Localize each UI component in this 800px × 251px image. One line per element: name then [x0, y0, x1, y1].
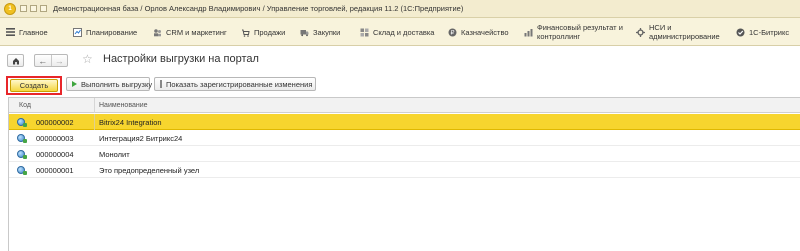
section-label: Продажи	[254, 27, 286, 37]
section-treasury[interactable]: ₽ Казначейство	[448, 18, 509, 46]
section-finance[interactable]: Финансовый результат и контроллинг	[524, 18, 623, 46]
treasury-icon: ₽	[448, 28, 457, 37]
node-cell-icon	[17, 114, 27, 130]
play-icon	[72, 81, 77, 87]
exchange-node-icon	[17, 166, 27, 175]
node-cell-icon	[17, 130, 27, 146]
crm-icon	[153, 28, 162, 37]
node-cell-icon	[17, 162, 27, 178]
sales-icon	[241, 28, 250, 37]
section-purchases[interactable]: Закупки	[300, 18, 340, 46]
page-title: Настройки выгрузки на портал	[103, 53, 259, 65]
title-toolbar	[20, 5, 47, 12]
row-name: Это предопределенный узел	[99, 165, 200, 175]
row-code: 000000004	[36, 149, 74, 159]
nodes-table: Код Наименование 000000002 Bitrix24 Inte…	[8, 97, 800, 251]
section-crm[interactable]: CRM и маркетинг	[153, 18, 227, 46]
create-button[interactable]: Создать	[10, 79, 58, 92]
exchange-node-icon	[17, 150, 27, 159]
planning-icon	[73, 27, 82, 37]
section-label-line: контроллинг	[537, 32, 581, 41]
section-label: Склад и доставка	[373, 27, 435, 37]
1c-logo-icon: 1	[4, 2, 16, 15]
section-sales[interactable]: Продажи	[241, 18, 285, 46]
title-tool-icon[interactable]	[30, 5, 37, 12]
nsi-icon	[636, 27, 645, 37]
sections-panel: Главное Планирование CRM и маркетинг Про…	[0, 18, 800, 46]
row-name: Монолит	[99, 149, 130, 159]
window-title: Демонстрационная база / Орлов Александр …	[53, 4, 464, 13]
section-label-line: Финансовый результат и	[537, 23, 623, 32]
section-label: НСИ и администрирование	[649, 23, 720, 41]
favorite-star-icon[interactable]: ☆	[82, 52, 93, 66]
table-row[interactable]: 000000002 Bitrix24 Integration	[9, 114, 800, 130]
window-title-bar: 1 Демонстрационная база / Орлов Александ…	[0, 0, 800, 18]
section-label: Казначейство	[461, 27, 509, 37]
home-icon	[12, 57, 19, 64]
column-header-code[interactable]: Код	[19, 98, 31, 113]
history-nav: ← →	[34, 54, 68, 67]
title-tool-icon[interactable]	[20, 5, 27, 12]
table-row[interactable]: 000000003 Интеграция2 Битрикс24	[9, 130, 800, 146]
table-row[interactable]: 000000004 Монолит	[9, 146, 800, 162]
section-label: Финансовый результат и контроллинг	[537, 23, 623, 41]
section-label: Главное	[19, 27, 48, 37]
back-button[interactable]: ←	[35, 55, 51, 66]
row-code: 000000002	[36, 117, 74, 127]
table-row[interactable]: 000000001 Это предопределенный узел	[9, 162, 800, 178]
section-nsi[interactable]: НСИ и администрирование	[636, 18, 720, 46]
column-divider[interactable]	[94, 98, 95, 113]
column-header-name[interactable]: Наименование	[99, 98, 148, 113]
forward-button[interactable]: →	[50, 55, 68, 66]
row-name: Bitrix24 Integration	[99, 117, 162, 127]
row-code: 000000003	[36, 133, 74, 143]
row-code: 000000001	[36, 165, 74, 175]
finance-icon	[524, 28, 533, 37]
section-label: Планирование	[86, 27, 138, 37]
home-button[interactable]	[7, 54, 24, 67]
exchange-node-icon	[17, 118, 27, 127]
warehouse-icon	[360, 28, 369, 37]
show-changes-button[interactable]: Показать зарегистрированные изменения	[154, 77, 316, 91]
section-label-line: НСИ и	[649, 23, 672, 32]
section-label: CRM и маркетинг	[166, 27, 227, 37]
section-label: Закупки	[313, 27, 341, 37]
section-main[interactable]: Главное	[6, 18, 48, 46]
show-changes-label: Показать зарегистрированные изменения	[166, 79, 313, 89]
node-cell-icon	[17, 146, 27, 162]
arrow-right-icon: →	[54, 55, 64, 66]
run-export-label: Выполнить выгрузку	[81, 79, 153, 89]
arrow-left-icon: ←	[38, 55, 48, 66]
command-bar: Создать Выполнить выгрузку Показать заре…	[0, 76, 800, 95]
run-export-button[interactable]: Выполнить выгрузку	[66, 77, 153, 91]
menu-icon	[6, 28, 15, 37]
svg-text:₽: ₽	[451, 29, 455, 36]
title-tool-icon[interactable]	[40, 5, 47, 12]
section-warehouse[interactable]: Склад и доставка	[360, 18, 434, 46]
bitrix-icon	[736, 28, 745, 37]
section-label: 1С-Битрикс	[749, 27, 790, 37]
section-planning[interactable]: Планирование	[73, 18, 137, 46]
row-name: Интеграция2 Битрикс24	[99, 133, 183, 143]
form-header: ← → ☆ Настройки выгрузки на портал	[0, 46, 800, 74]
section-label-line: администрирование	[649, 32, 720, 41]
exchange-node-icon	[17, 134, 27, 143]
cell-divider	[94, 114, 95, 130]
table-header: Код Наименование	[9, 98, 800, 113]
section-bitrix[interactable]: 1С-Битрикс	[736, 18, 789, 46]
document-icon	[160, 80, 162, 88]
purchases-icon	[300, 28, 309, 37]
